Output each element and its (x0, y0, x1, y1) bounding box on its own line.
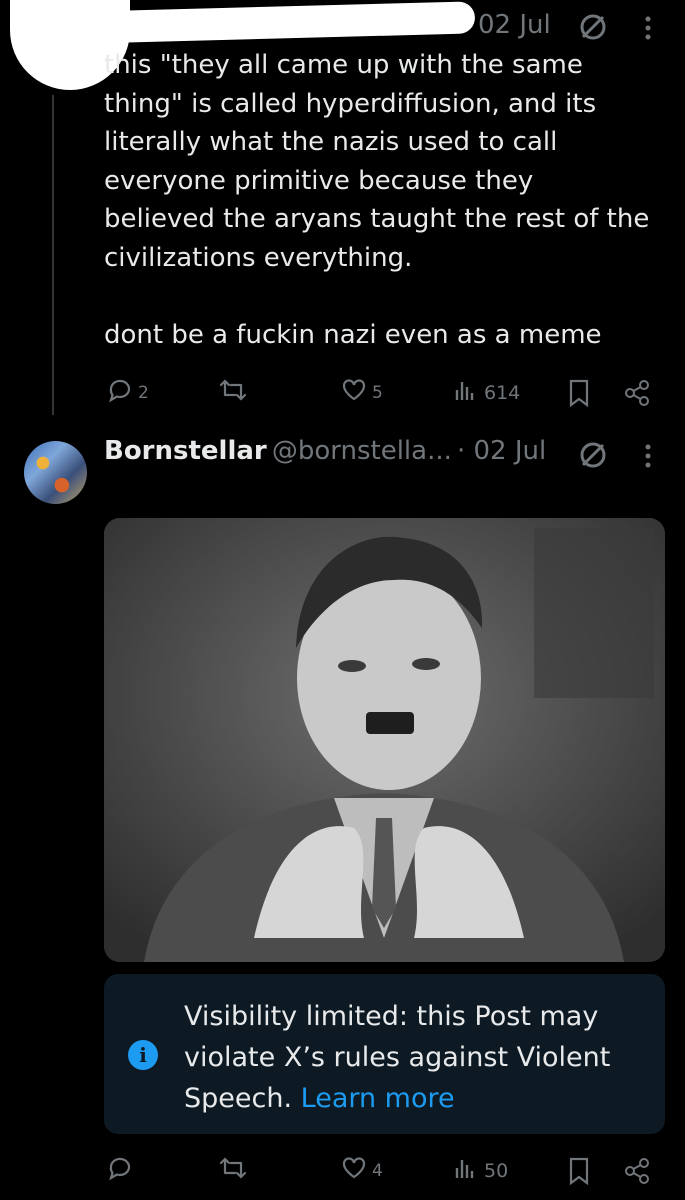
notice-text: Visibility limited: this Post may violat… (184, 996, 644, 1119)
retweet-button[interactable] (218, 1154, 252, 1187)
post-text: this "they all came up with the same thi… (104, 50, 650, 350)
more-icon[interactable] (642, 442, 654, 474)
post-image[interactable] (104, 518, 665, 962)
grok-icon[interactable] (578, 12, 608, 46)
reply-button[interactable]: 2 (106, 376, 149, 409)
like-button[interactable]: 4 (340, 1154, 383, 1187)
user-handle[interactable]: @bornstella... (272, 436, 452, 466)
views-icon (452, 1154, 480, 1187)
grok-icon[interactable] (578, 440, 608, 474)
display-name[interactable]: Bornstellar (104, 436, 267, 466)
heart-icon (340, 376, 368, 409)
retweet-icon (218, 376, 248, 409)
views-button[interactable]: 614 (452, 376, 520, 409)
like-button[interactable]: 5 (340, 376, 383, 409)
share-icon[interactable] (622, 1156, 652, 1190)
learn-more-link[interactable]: Learn more (301, 1083, 455, 1114)
post-date[interactable]: 02 Jul (478, 10, 551, 40)
like-count: 5 (372, 382, 383, 403)
redacted-username (119, 1, 476, 43)
thread-line (52, 95, 54, 415)
post-header: Bornstellar @bornstella... · 02 Jul (104, 436, 546, 466)
more-icon[interactable] (642, 14, 654, 46)
reply-count: 2 (138, 382, 149, 403)
reply-icon (106, 376, 134, 409)
avatar[interactable] (24, 441, 87, 504)
retweet-icon (218, 1154, 248, 1187)
views-count: 50 (484, 1159, 509, 1182)
reply-button[interactable] (106, 1154, 138, 1187)
post-date[interactable]: · 02 Jul (457, 436, 546, 466)
retweet-button[interactable] (218, 376, 252, 409)
visibility-notice: i Visibility limited: this Post may viol… (104, 974, 665, 1134)
views-icon (452, 376, 480, 409)
heart-icon (340, 1154, 368, 1187)
like-count: 4 (372, 1160, 383, 1181)
info-icon: i (128, 1040, 158, 1070)
bookmark-icon[interactable] (566, 1156, 592, 1190)
bookmark-icon[interactable] (566, 378, 592, 412)
reply-icon (106, 1154, 134, 1187)
share-icon[interactable] (622, 378, 652, 412)
views-button[interactable]: 50 (452, 1154, 508, 1187)
views-count: 614 (484, 381, 521, 404)
